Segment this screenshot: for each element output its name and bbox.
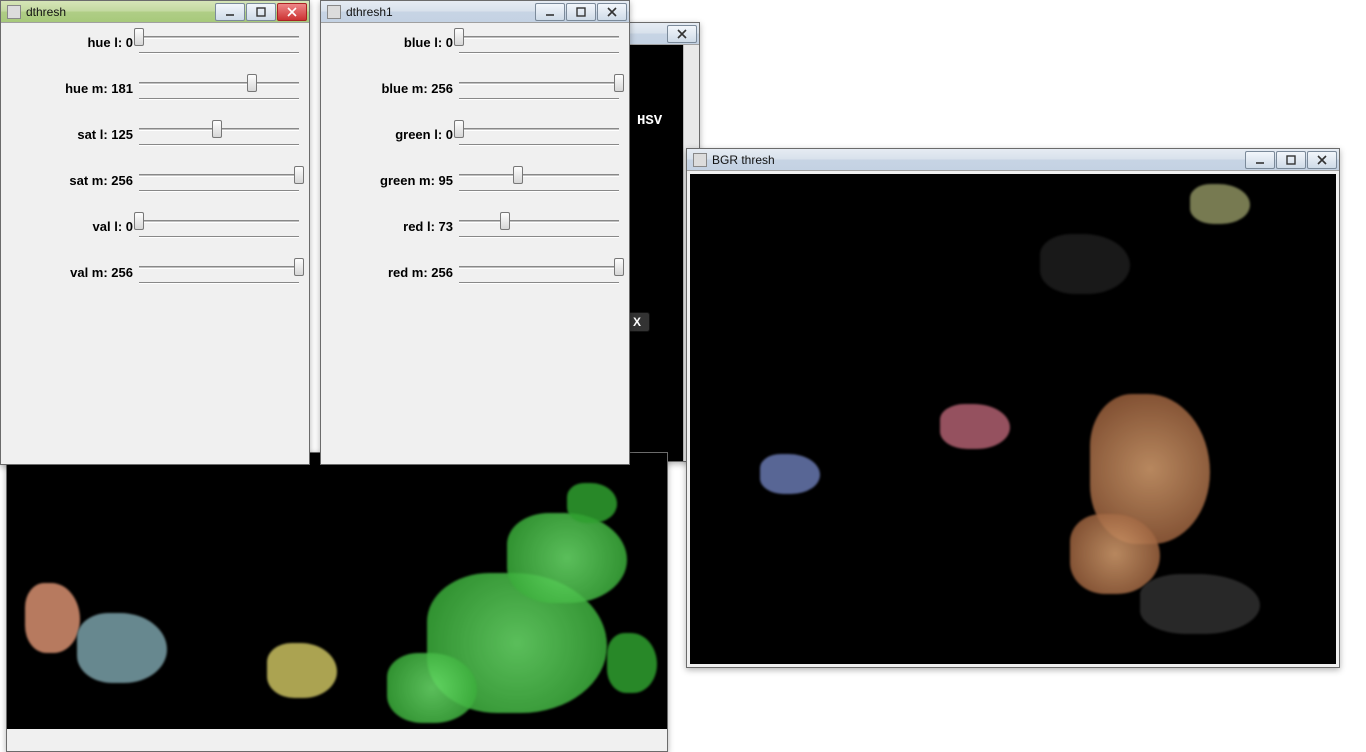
maximize-button[interactable] [1276,151,1306,169]
slider-sat_m[interactable] [139,166,299,194]
slider-hue_l[interactable] [139,28,299,56]
close-button[interactable] [1307,151,1337,169]
maximize-button[interactable] [566,3,596,21]
slider-green_m[interactable] [459,166,619,194]
slider-thumb-val_m[interactable] [294,258,304,276]
dthresh-titlebar[interactable]: dthresh [1,1,309,23]
slider-thumb-sat_l[interactable] [212,120,222,138]
slider-hue_m[interactable] [139,74,299,102]
slider-thumb-blue_m[interactable] [614,74,624,92]
slider-green_l[interactable] [459,120,619,148]
partial-titlebar [621,23,699,45]
minimize-button[interactable] [215,3,245,21]
slider-red_m[interactable] [459,258,619,286]
app-icon [7,5,21,19]
slider-row-hue_l: hue l: 0 [11,31,299,53]
dthresh1-title: dthresh1 [346,5,535,19]
slider-row-hue_m: hue m: 181 [11,77,299,99]
dthresh-client: hue l: 0 hue m: 181 sat l: 125 sat m: 256 va… [1,23,309,464]
slider-label-red_l: red l: 73 [331,219,459,234]
slider-thumb-sat_m[interactable] [294,166,304,184]
bgr-title: BGR thresh [712,153,1245,167]
slider-label-val_l: val l: 0 [11,219,139,234]
bgr-window: BGR thresh [686,148,1340,668]
hsv-result-image [7,453,667,729]
slider-row-sat_m: sat m: 256 [11,169,299,191]
slider-thumb-val_l[interactable] [134,212,144,230]
bgr-result-image [690,174,1336,664]
slider-label-blue_m: blue m: 256 [331,81,459,96]
slider-label-green_l: green l: 0 [331,127,459,142]
partial-close-button[interactable] [667,25,697,43]
slider-blue_m[interactable] [459,74,619,102]
slider-thumb-red_m[interactable] [614,258,624,276]
slider-red_l[interactable] [459,212,619,240]
slider-row-red_l: red l: 73 [331,215,619,237]
app-icon [693,153,707,167]
slider-val_m[interactable] [139,258,299,286]
slider-sat_l[interactable] [139,120,299,148]
hsv-overlay-text: HSV [637,113,662,129]
slider-blue_l[interactable] [459,28,619,56]
slider-thumb-green_m[interactable] [513,166,523,184]
slider-row-green_l: green l: 0 [331,123,619,145]
slider-thumb-hue_l[interactable] [134,28,144,46]
hsv-result-window [6,452,668,752]
dthresh-title: dthresh [26,5,215,19]
minimize-button[interactable] [535,3,565,21]
partial-image: HSV [621,45,683,461]
slider-label-hue_m: hue m: 181 [11,81,139,96]
slider-label-blue_l: blue l: 0 [331,35,459,50]
slider-label-sat_l: sat l: 125 [11,127,139,142]
dthresh-window: dthresh hue l: 0 hue m: 181 sat l: 125 sat … [0,0,310,465]
slider-thumb-hue_m[interactable] [247,74,257,92]
slider-thumb-blue_l[interactable] [454,28,464,46]
minimize-button[interactable] [1245,151,1275,169]
slider-row-green_m: green m: 95 [331,169,619,191]
slider-thumb-green_l[interactable] [454,120,464,138]
close-button[interactable] [277,3,307,21]
slider-label-sat_m: sat m: 256 [11,173,139,188]
dthresh1-client: blue l: 0 blue m: 256 green l: 0 green m: 9… [321,23,629,464]
slider-row-val_m: val m: 256 [11,261,299,283]
slider-val_l[interactable] [139,212,299,240]
dthresh1-window: dthresh1 blue l: 0 blue m: 256 green l: 0 g… [320,0,630,465]
app-icon [327,5,341,19]
close-button[interactable] [597,3,627,21]
slider-row-red_m: red m: 256 [331,261,619,283]
bgr-titlebar[interactable]: BGR thresh [687,149,1339,171]
slider-row-val_l: val l: 0 [11,215,299,237]
maximize-button[interactable] [246,3,276,21]
slider-thumb-red_l[interactable] [500,212,510,230]
slider-label-hue_l: hue l: 0 [11,35,139,50]
slider-label-val_m: val m: 256 [11,265,139,280]
slider-row-blue_l: blue l: 0 [331,31,619,53]
slider-label-green_m: green m: 95 [331,173,459,188]
slider-row-sat_l: sat l: 125 [11,123,299,145]
slider-label-red_m: red m: 256 [331,265,459,280]
slider-row-blue_m: blue m: 256 [331,77,619,99]
dthresh1-titlebar[interactable]: dthresh1 [321,1,629,23]
